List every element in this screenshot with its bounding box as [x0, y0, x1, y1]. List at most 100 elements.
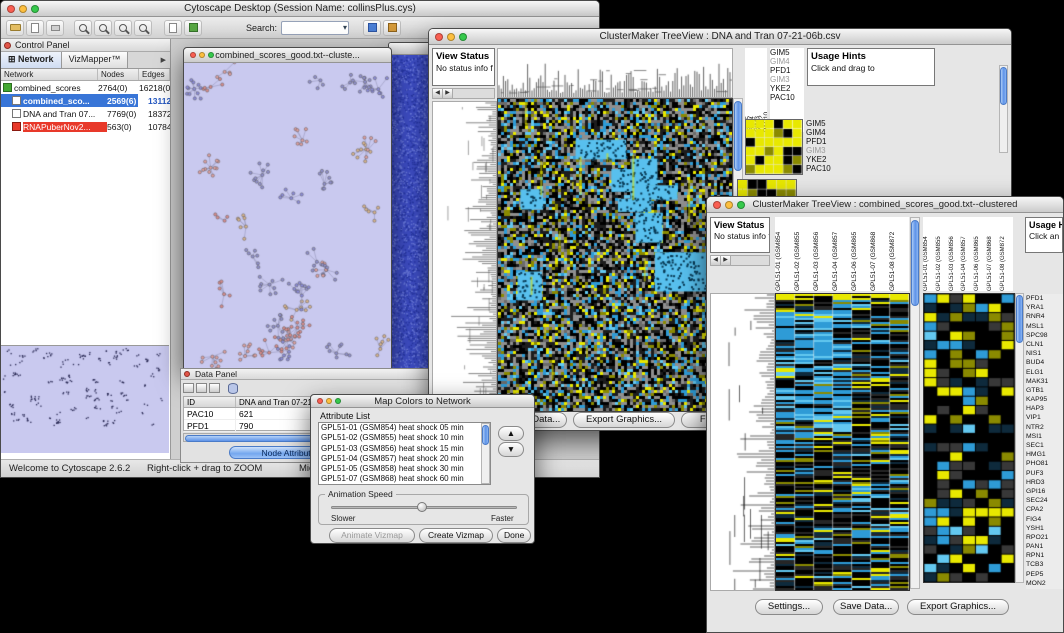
- tab-vizmapper[interactable]: VizMapper™: [62, 52, 129, 68]
- zoom-column-labels: GPL51-01 (GSM854GPL51-02 (GSM855GPL51-03…: [923, 217, 1013, 291]
- scrollbar-thumb[interactable]: [1000, 67, 1007, 105]
- close-icon[interactable]: [190, 52, 196, 58]
- create-attribute-icon[interactable]: [196, 383, 207, 393]
- network-list-row[interactable]: DNA and Tran 07...7769(0)183728(0): [1, 107, 170, 120]
- help-icon[interactable]: [383, 20, 401, 36]
- close-icon[interactable]: [713, 201, 721, 209]
- gene-label: NIS1: [1026, 349, 1063, 358]
- gene-label: PAN1: [1026, 542, 1063, 551]
- attribute-list-item[interactable]: GPL51-01 (GSM854) heat shock 05 min: [319, 423, 490, 433]
- zoom-in-icon[interactable]: [94, 20, 112, 36]
- gene-label: YRA1: [1026, 303, 1063, 312]
- network-overview-canvas[interactable]: [1, 346, 167, 452]
- zoom-actual-icon[interactable]: [114, 20, 132, 36]
- export-graphics-button[interactable]: Export Graphics...: [573, 412, 675, 428]
- dense-network-canvas[interactable]: [389, 55, 431, 371]
- speed-slider-thumb[interactable]: [417, 502, 427, 512]
- gene-label: SEC24: [1026, 496, 1063, 505]
- zoom-vscrollbar[interactable]: [1015, 293, 1024, 583]
- row-dendrogram-canvas[interactable]: [433, 102, 496, 414]
- scroll-right-icon[interactable]: ▶: [443, 89, 453, 98]
- gene-label: PAC10: [806, 164, 842, 173]
- heatmap-vscrollbar[interactable]: [910, 217, 920, 589]
- open-file-icon[interactable]: [6, 20, 24, 36]
- dendrogram-scrollbar[interactable]: ◀ ▶: [432, 88, 495, 99]
- scroll-left-icon[interactable]: ◀: [711, 256, 721, 265]
- tab-network[interactable]: ⊞ Network: [1, 52, 62, 68]
- background-network-titlebar[interactable]: [389, 43, 431, 55]
- export-graphics-button[interactable]: Export Graphics...: [907, 599, 1009, 615]
- scrollbar-thumb[interactable]: [482, 425, 489, 445]
- move-up-button[interactable]: ▲: [498, 426, 524, 441]
- dialog-titlebar[interactable]: Map Colors to Network: [311, 395, 534, 408]
- vizmap-icon[interactable]: [184, 20, 202, 36]
- heatmap-zoom-canvas[interactable]: [924, 294, 1014, 582]
- heatmap-canvas[interactable]: [776, 294, 909, 590]
- network-overview-panel[interactable]: [1, 345, 169, 453]
- plugin-icon[interactable]: [363, 20, 381, 36]
- dendrogram-scrollbar[interactable]: ◀ ▶: [710, 255, 770, 266]
- animation-speed-label: Animation Speed: [325, 489, 396, 499]
- scrollbar-thumb[interactable]: [734, 101, 742, 171]
- network-view-titlebar[interactable]: combined_scores_good.txt--cluste...: [184, 48, 391, 63]
- annotation-icon[interactable]: [164, 20, 182, 36]
- right-panel-vscrollbar[interactable]: [999, 65, 1008, 153]
- attribute-list-item[interactable]: GPL51-05 (GSM858) heat shock 30 min: [319, 464, 490, 474]
- delete-attribute-icon[interactable]: [209, 383, 220, 393]
- treeview-dna-titlebar[interactable]: ClusterMaker TreeView : DNA and Tran 07-…: [429, 29, 1011, 45]
- scrollbar-thumb[interactable]: [911, 220, 919, 306]
- scrollbar-thumb[interactable]: [1016, 295, 1023, 343]
- scroll-right-icon[interactable]: ▶: [721, 256, 731, 265]
- network-list-row[interactable]: RNAPuberNov2...563(0)107847(0): [1, 120, 170, 133]
- network-list-row[interactable]: combined_scores2764(0)16218(0): [1, 81, 170, 94]
- heatmap-main[interactable]: [497, 98, 733, 412]
- attribute-list[interactable]: GPL51-01 (GSM854) heat shock 05 minGPL51…: [318, 422, 491, 485]
- treeview-combined-titlebar[interactable]: ClusterMaker TreeView : combined_scores_…: [707, 197, 1063, 213]
- close-icon[interactable]: [435, 33, 443, 41]
- gene-label: BUD4: [1026, 358, 1063, 367]
- settings-button[interactable]: Settings...: [755, 599, 823, 615]
- heatmap-canvas[interactable]: [498, 99, 732, 411]
- panel-close-icon[interactable]: [4, 42, 11, 49]
- attribute-function-icon[interactable]: [228, 383, 238, 394]
- animate-vizmap-button[interactable]: Animate Vizmap: [329, 528, 415, 543]
- save-icon[interactable]: [26, 20, 44, 36]
- save-data-button[interactable]: Save Data...: [833, 599, 899, 615]
- gene-label: PFD1: [1026, 294, 1063, 303]
- gene-label: YSH1: [1026, 524, 1063, 533]
- move-down-button[interactable]: ▼: [498, 442, 524, 457]
- cytoscape-titlebar[interactable]: Cytoscape Desktop (Session Name: collins…: [1, 1, 599, 17]
- search-input[interactable]: [281, 21, 349, 35]
- attribute-list-item[interactable]: GPL51-04 (GSM857) heat shock 20 min: [319, 454, 490, 464]
- column-dendrogram[interactable]: [497, 48, 733, 98]
- data-panel-header[interactable]: Data Panel: [181, 369, 429, 380]
- row-dendrogram[interactable]: [432, 101, 497, 415]
- row-dendrogram[interactable]: [710, 293, 775, 591]
- attribute-list-item[interactable]: GPL51-07 (GSM868) heat shock 60 min: [319, 474, 490, 484]
- select-attributes-icon[interactable]: [183, 383, 194, 393]
- control-panel-header[interactable]: Control Panel: [1, 39, 170, 52]
- network-list-row[interactable]: combined_sco...2569(6)13112(15): [1, 94, 170, 107]
- zoom-fit-icon[interactable]: [134, 20, 152, 36]
- heatmap-main[interactable]: [775, 293, 910, 591]
- zoom-out-icon[interactable]: [74, 20, 92, 36]
- heatmap-zoom[interactable]: [923, 293, 1015, 583]
- gene-label: MSL1: [1026, 322, 1063, 331]
- scroll-left-icon[interactable]: ◀: [433, 89, 443, 98]
- cluster-matrix-1[interactable]: [745, 119, 803, 175]
- network-graph-canvas[interactable]: [184, 63, 391, 368]
- create-vizmap-button[interactable]: Create Vizmap: [419, 528, 493, 543]
- cluster-matrix-canvas[interactable]: [746, 120, 802, 174]
- panel-close-icon[interactable]: [184, 371, 190, 377]
- column-dendrogram-canvas[interactable]: [498, 49, 732, 97]
- attribute-list-item[interactable]: GPL51-02 (GSM855) heat shock 10 min: [319, 433, 490, 443]
- done-button[interactable]: Done: [497, 528, 531, 543]
- background-network-window[interactable]: [388, 42, 432, 372]
- row-dendrogram-canvas[interactable]: [711, 294, 774, 590]
- close-icon[interactable]: [7, 5, 15, 13]
- tab-overflow-icon[interactable]: ▶: [161, 52, 170, 68]
- attribute-list-item[interactable]: GPL51-03 (GSM856) heat shock 15 min: [319, 444, 490, 454]
- attribute-list-scrollbar[interactable]: [481, 423, 490, 484]
- close-icon[interactable]: [317, 398, 323, 404]
- print-icon[interactable]: [46, 20, 64, 36]
